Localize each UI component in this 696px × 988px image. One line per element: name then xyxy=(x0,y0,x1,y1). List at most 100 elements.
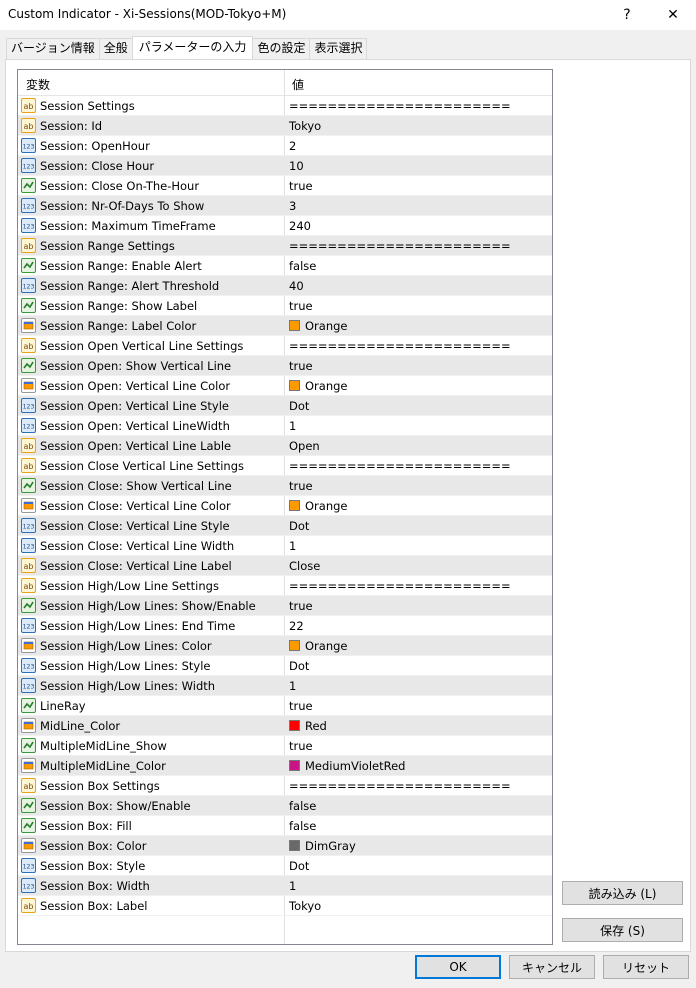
table-row[interactable]: 123 Session: Nr-Of-Days To Show 3 xyxy=(18,196,552,216)
variable-column-header[interactable]: 変数 xyxy=(26,76,50,93)
param-value[interactable]: 10 xyxy=(289,159,304,173)
table-row[interactable]: ab Session Close Vertical Line Settings ==… xyxy=(18,456,552,476)
param-value[interactable]: ======================= xyxy=(289,579,511,593)
table-row[interactable]: 123 Session Open: Vertical LineWidth 1 xyxy=(18,416,552,436)
table-row[interactable]: 123 Session High/Low Lines: End Time 22 xyxy=(18,616,552,636)
table-row[interactable]: Session High/Low Lines: Show/Enable true xyxy=(18,596,552,616)
param-value[interactable]: 40 xyxy=(289,279,304,293)
table-row[interactable]: ab Session Open Vertical Line Settings ===… xyxy=(18,336,552,356)
tab-version-info[interactable]: バージョン情報 xyxy=(6,38,100,59)
param-value[interactable]: true xyxy=(289,699,313,713)
param-value[interactable]: 1 xyxy=(289,879,296,893)
param-value[interactable]: Orange xyxy=(289,499,348,513)
param-value[interactable]: ======================= xyxy=(289,459,511,473)
param-value[interactable]: true xyxy=(289,299,313,313)
tab-parameters[interactable]: パラメーターの入力 xyxy=(131,36,254,59)
table-row[interactable]: ab Session High/Low Line Settings ========… xyxy=(18,576,552,596)
table-row[interactable]: 123 Session Close: Vertical Line Style Dot xyxy=(18,516,552,536)
param-value[interactable]: 240 xyxy=(289,219,311,233)
table-row[interactable]: Session High/Low Lines: Color Orange xyxy=(18,636,552,656)
param-value-text: Orange xyxy=(305,639,348,653)
table-row[interactable]: Session Open: Show Vertical Line true xyxy=(18,356,552,376)
param-value[interactable]: Orange xyxy=(289,639,348,653)
param-value[interactable]: Orange xyxy=(289,319,348,333)
load-button[interactable]: 読み込み (L) xyxy=(562,881,683,905)
param-value[interactable]: ======================= xyxy=(289,99,511,113)
save-button[interactable]: 保存 (S) xyxy=(562,918,683,942)
param-value[interactable]: true xyxy=(289,739,313,753)
param-value[interactable]: Tokyo xyxy=(289,119,321,133)
param-value[interactable]: false xyxy=(289,259,316,273)
param-value[interactable]: 2 xyxy=(289,139,296,153)
tab-general[interactable]: 全般 xyxy=(98,38,133,59)
param-value[interactable]: MediumVioletRed xyxy=(289,759,405,773)
param-value[interactable]: 1 xyxy=(289,419,296,433)
table-row[interactable]: 123 Session: OpenHour 2 xyxy=(18,136,552,156)
color-swatch xyxy=(289,840,300,851)
param-value[interactable]: Orange xyxy=(289,379,348,393)
close-button[interactable]: ✕ xyxy=(650,0,696,30)
table-row[interactable]: 123 Session High/Low Lines: Style Dot xyxy=(18,656,552,676)
param-value[interactable]: true xyxy=(289,599,313,613)
param-value[interactable]: ======================= xyxy=(289,779,511,793)
table-row[interactable]: 123 Session: Close Hour 10 xyxy=(18,156,552,176)
table-row[interactable]: Session Box: Show/Enable false xyxy=(18,796,552,816)
table-row[interactable]: ab Session Box: Label Tokyo xyxy=(18,896,552,916)
table-row[interactable]: ab Session Box Settings ==================… xyxy=(18,776,552,796)
table-row[interactable]: MultipleMidLine_Show true xyxy=(18,736,552,756)
table-row[interactable]: Session: Close On-The-Hour true xyxy=(18,176,552,196)
table-row[interactable]: Session Range: Enable Alert false xyxy=(18,256,552,276)
table-row[interactable]: 123 Session High/Low Lines: Width 1 xyxy=(18,676,552,696)
table-row[interactable]: ab Session Settings ======================… xyxy=(18,96,552,116)
table-row[interactable]: ab Session Range Settings ================… xyxy=(18,236,552,256)
tab-color-settings[interactable]: 色の設定 xyxy=(252,38,311,59)
param-value[interactable]: false xyxy=(289,799,316,813)
param-value[interactable]: ======================= xyxy=(289,239,511,253)
table-row[interactable]: ab Session: Id Tokyo xyxy=(18,116,552,136)
table-row[interactable]: Session Close: Vertical Line Color Orange xyxy=(18,496,552,516)
param-value[interactable]: Tokyo xyxy=(289,899,321,913)
ok-button[interactable]: OK xyxy=(415,955,501,979)
param-value[interactable]: true xyxy=(289,359,313,373)
param-value[interactable]: DimGray xyxy=(289,839,356,853)
param-value[interactable]: 3 xyxy=(289,199,296,213)
tab-visualization[interactable]: 表示選択 xyxy=(309,38,368,59)
param-value[interactable]: Dot xyxy=(289,519,309,533)
param-value[interactable]: true xyxy=(289,479,313,493)
value-column-header[interactable]: 値 xyxy=(292,76,304,93)
table-row[interactable]: Session Box: Color DimGray xyxy=(18,836,552,856)
param-value[interactable]: 22 xyxy=(289,619,304,633)
table-row[interactable]: ab Session Close: Vertical Line Label Clos… xyxy=(18,556,552,576)
param-value[interactable]: 1 xyxy=(289,679,296,693)
param-value[interactable]: Dot xyxy=(289,659,309,673)
table-row[interactable]: ab Session Open: Vertical Line Lable Open xyxy=(18,436,552,456)
param-value[interactable]: Dot xyxy=(289,859,309,873)
table-row[interactable]: Session Open: Vertical Line Color Orange xyxy=(18,376,552,396)
table-row[interactable]: MidLine_Color Red xyxy=(18,716,552,736)
table-row[interactable]: 123 Session Box: Style Dot xyxy=(18,856,552,876)
param-value[interactable]: false xyxy=(289,819,316,833)
table-row[interactable]: 123 Session Close: Vertical Line Width 1 xyxy=(18,536,552,556)
help-button[interactable]: ? xyxy=(604,0,650,30)
param-value[interactable]: 1 xyxy=(289,539,296,553)
param-value[interactable]: Dot xyxy=(289,399,309,413)
param-value[interactable]: Red xyxy=(289,719,327,733)
param-value[interactable]: ======================= xyxy=(289,339,511,353)
table-row[interactable]: 123 Session Open: Vertical Line Style Dot xyxy=(18,396,552,416)
reset-button[interactable]: リセット xyxy=(603,955,689,979)
table-row[interactable]: Session Box: Fill false xyxy=(18,816,552,836)
param-value[interactable]: Open xyxy=(289,439,320,453)
parameter-grid[interactable]: 変数 値 ab Session Settings =================… xyxy=(17,69,553,945)
table-row[interactable]: LineRay true xyxy=(18,696,552,716)
param-value[interactable]: true xyxy=(289,179,313,193)
table-row[interactable]: Session Range: Show Label true xyxy=(18,296,552,316)
table-row[interactable]: Session Range: Label Color Orange xyxy=(18,316,552,336)
cancel-button[interactable]: キャンセル xyxy=(509,955,595,979)
table-row[interactable]: Session Close: Show Vertical Line true xyxy=(18,476,552,496)
table-row[interactable]: 123 Session Box: Width 1 xyxy=(18,876,552,896)
table-row[interactable]: MultipleMidLine_Color MediumVioletRed xyxy=(18,756,552,776)
table-row[interactable]: 123 Session: Maximum TimeFrame 240 xyxy=(18,216,552,236)
table-row[interactable]: 123 Session Range: Alert Threshold 40 xyxy=(18,276,552,296)
param-value[interactable]: Close xyxy=(289,559,320,573)
param-value-text: false xyxy=(289,799,317,813)
